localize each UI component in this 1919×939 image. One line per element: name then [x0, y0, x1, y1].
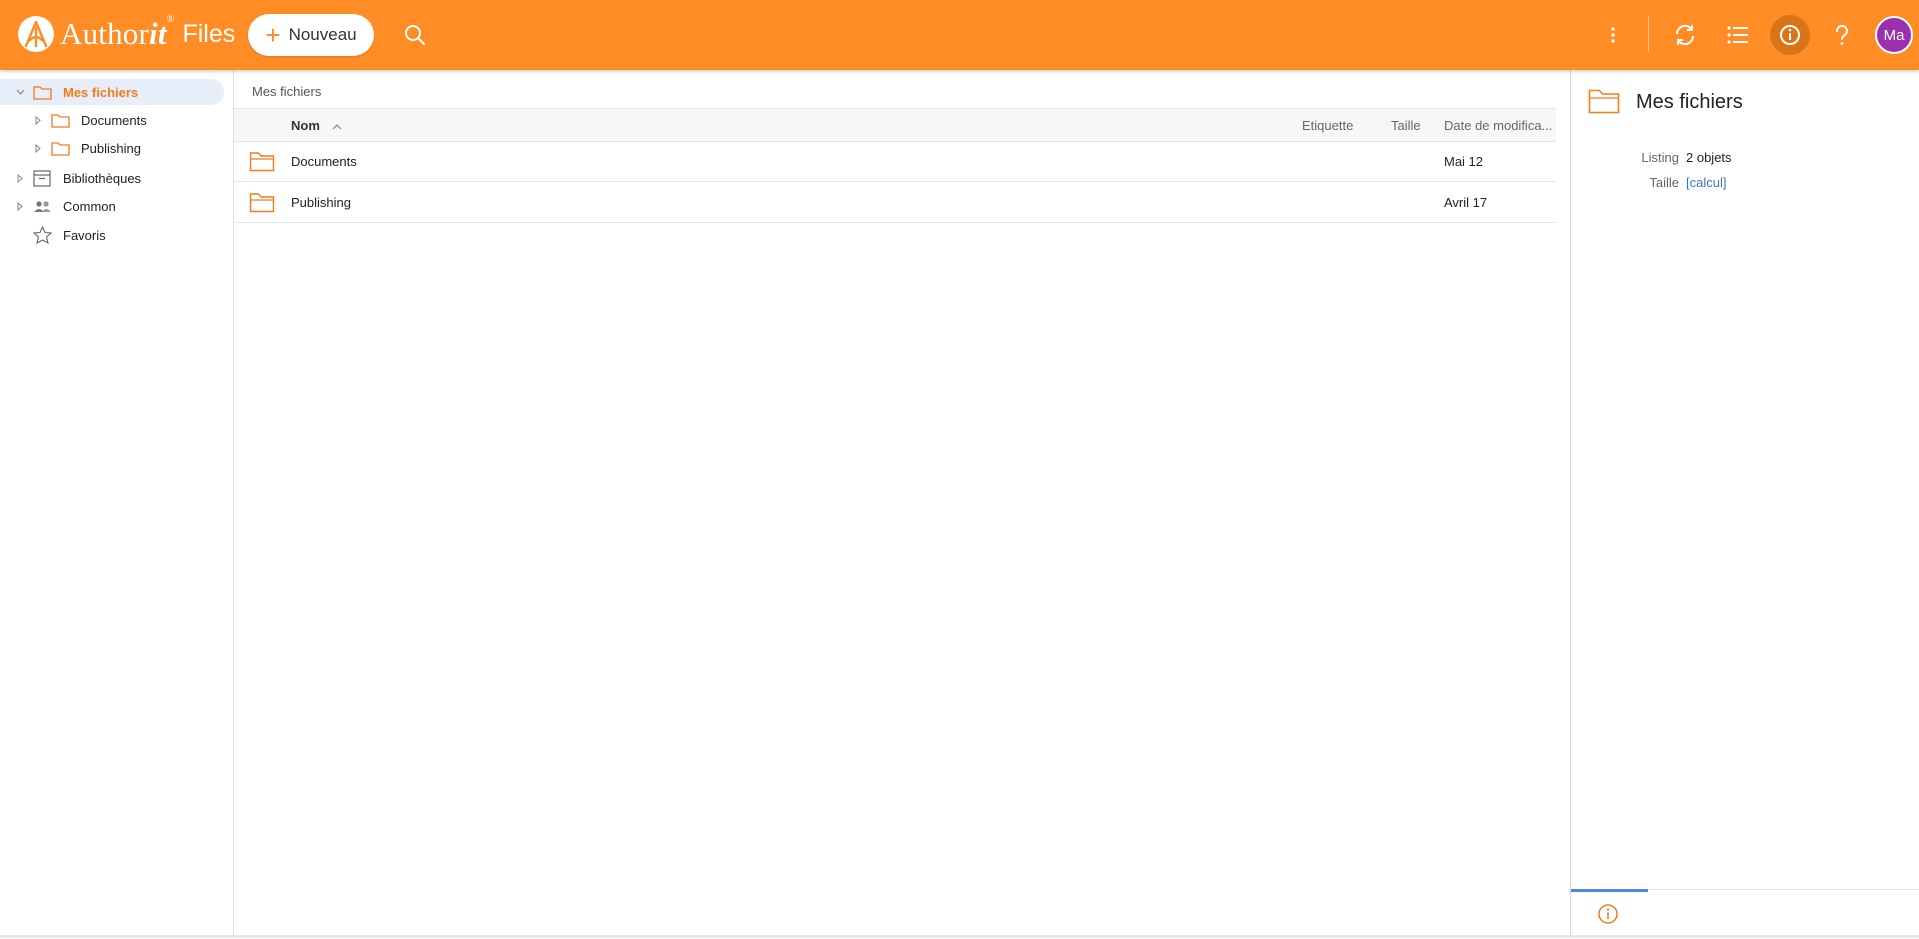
- folder-icon: [249, 192, 275, 216]
- list-view-icon: [1727, 26, 1748, 44]
- list-view-button[interactable]: [1718, 15, 1758, 55]
- folder-icon: [51, 139, 71, 157]
- tree-item-bibliotheques[interactable]: Bibliothèques: [15, 165, 141, 191]
- expanded-caret-icon[interactable]: [15, 87, 25, 97]
- tree-item-publishing[interactable]: Publishing: [33, 135, 141, 161]
- toolbar-divider: [1648, 16, 1649, 52]
- tree-item-label: Publishing: [81, 140, 141, 156]
- column-header-name[interactable]: Nom: [291, 118, 342, 133]
- new-button-label: Nouveau: [288, 25, 357, 44]
- breadcrumb[interactable]: Mes fichiers: [252, 84, 321, 99]
- refresh-button[interactable]: [1665, 15, 1705, 55]
- collapsed-caret-icon[interactable]: [15, 201, 25, 211]
- logo-text: Authorit®: [60, 14, 175, 51]
- star-icon: [33, 226, 53, 244]
- listing-value: 2 objets: [1686, 150, 1732, 165]
- row-date: Mai 12: [1444, 154, 1484, 169]
- top-bar: Authorit® Files + Nouveau Ma: [0, 0, 1919, 70]
- column-header-tag[interactable]: Etiquette: [1302, 118, 1353, 133]
- folder-icon: [249, 151, 275, 175]
- row-name: Documents: [291, 154, 357, 169]
- tree-item-label: Mes fichiers: [63, 84, 139, 100]
- size-label-wrap: Taille: [1571, 175, 1679, 193]
- info-panel-button[interactable]: [1770, 15, 1810, 55]
- plus-icon: +: [265, 20, 281, 50]
- archive-icon: [33, 169, 53, 187]
- logo-suffix: Files: [182, 19, 236, 48]
- tree-item-label: Bibliothèques: [63, 170, 142, 186]
- column-header-date[interactable]: Date de modifica...: [1444, 118, 1552, 133]
- collapsed-caret-icon[interactable]: [33, 115, 43, 125]
- more-menu-button[interactable]: [1593, 15, 1633, 55]
- tree-item-favoris[interactable]: Favoris: [33, 222, 106, 248]
- info-panel: Mes fichiers Listing 2 objets Taille [ca…: [1570, 70, 1919, 938]
- table-row[interactable]: Publishing Avril 17: [234, 182, 1556, 223]
- folder-icon: [51, 111, 71, 129]
- logo-mark-icon: [18, 16, 54, 52]
- search-icon: [405, 25, 425, 45]
- column-header-size[interactable]: Taille: [1391, 118, 1421, 133]
- tree-item-label: Common: [63, 198, 116, 214]
- tree-item-label: Documents: [81, 112, 147, 128]
- refresh-icon: [1675, 24, 1695, 46]
- app-logo[interactable]: Authorit® Files: [18, 14, 235, 54]
- active-tab-indicator: [1571, 889, 1648, 892]
- sort-ascending-icon: [332, 123, 341, 129]
- file-list-area: Mes fichiers Nom Etiquette Taille Date d…: [234, 70, 1570, 938]
- info-icon: [1598, 904, 1618, 924]
- help-button[interactable]: [1822, 15, 1862, 55]
- search-button[interactable]: [395, 15, 435, 55]
- row-name: Publishing: [291, 195, 351, 210]
- size-label: Taille: [1649, 175, 1679, 190]
- help-icon: [1835, 24, 1848, 45]
- info-tab[interactable]: [1597, 903, 1619, 930]
- tree-item-mes-fichiers[interactable]: Mes fichiers: [0, 79, 224, 105]
- table-header: Nom Etiquette Taille Date de modifica...: [234, 108, 1556, 142]
- collapsed-caret-icon[interactable]: [15, 173, 25, 183]
- info-icon: [1780, 25, 1800, 45]
- user-avatar[interactable]: Ma: [1875, 16, 1913, 54]
- new-button[interactable]: + Nouveau: [248, 14, 374, 56]
- folder-icon: [33, 83, 53, 101]
- folder-icon: [1588, 88, 1620, 119]
- tree-item-label: Favoris: [63, 227, 106, 243]
- listing-label: Listing: [1641, 150, 1679, 165]
- tree-item-documents[interactable]: Documents: [33, 107, 147, 133]
- info-panel-title: Mes fichiers: [1636, 91, 1743, 113]
- folder-tree: Mes fichiers Documents Publishing Biblio…: [0, 70, 234, 938]
- size-compute-link[interactable]: [calcul]: [1686, 175, 1726, 190]
- collapsed-caret-icon[interactable]: [33, 143, 43, 153]
- info-panel-tabs: [1571, 889, 1919, 939]
- more-vert-icon: [1611, 27, 1615, 43]
- table-row[interactable]: Documents Mai 12: [234, 141, 1556, 182]
- listing-label-wrap: Listing: [1571, 150, 1679, 168]
- group-icon: [33, 197, 53, 215]
- tree-item-common[interactable]: Common: [15, 193, 116, 219]
- row-date: Avril 17: [1444, 195, 1488, 210]
